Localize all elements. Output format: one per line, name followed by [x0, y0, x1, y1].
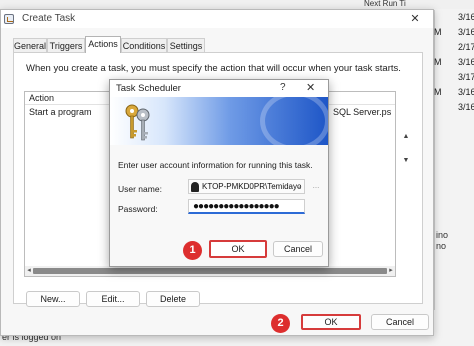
- next-run-column-header[interactable]: Next Run Ti: [364, 0, 406, 8]
- credentials-dialog-title: Task Scheduler: [116, 83, 181, 94]
- password-field[interactable]: ●●●●●●●●●●●●●●●●●: [188, 199, 305, 214]
- scroll-right-icon[interactable]: ▸: [387, 266, 395, 276]
- move-down-icon[interactable]: ▼: [400, 155, 412, 167]
- horizontal-scrollbar[interactable]: ◂ ▸: [25, 266, 395, 276]
- action-type: Start a program: [29, 107, 92, 117]
- banner-decoration: [260, 97, 328, 145]
- user-icon: [191, 182, 199, 192]
- credentials-titlebar[interactable]: Task Scheduler ? ✕: [110, 80, 328, 97]
- ok-button[interactable]: OK: [301, 314, 361, 330]
- cancel-button[interactable]: Cancel: [371, 314, 429, 330]
- edit-action-button[interactable]: Edit...: [86, 291, 140, 307]
- background-row[interactable]: M 3/16: [434, 85, 474, 100]
- background-row[interactable]: 3/16: [434, 10, 474, 25]
- background-row[interactable]: 3/17: [434, 70, 474, 85]
- action-column-header[interactable]: Action: [29, 93, 54, 103]
- tab-general[interactable]: General: [13, 38, 47, 52]
- help-icon[interactable]: ?: [280, 82, 286, 93]
- scroll-left-icon[interactable]: ◂: [25, 266, 33, 276]
- browse-user-button[interactable]: ...: [309, 179, 323, 194]
- create-task-titlebar[interactable]: Create Task ✕: [1, 10, 433, 28]
- move-up-icon[interactable]: ▲: [400, 131, 412, 143]
- credentials-dialog: Task Scheduler ? ✕ Enter user account in…: [109, 79, 329, 267]
- cancel-button[interactable]: Cancel: [273, 241, 323, 257]
- background-row[interactable]: 3/16: [434, 100, 474, 115]
- user-name-field[interactable]: KTOP-PMKD0PR\Temidayo ⌄: [188, 179, 305, 194]
- tab-settings[interactable]: Settings: [167, 38, 205, 52]
- step-1-marker: 1: [183, 241, 202, 260]
- user-name-value: KTOP-PMKD0PR\Temidayo: [202, 182, 302, 191]
- background-row[interactable]: M 3/16: [434, 25, 474, 40]
- ok-button[interactable]: OK: [209, 240, 267, 258]
- chevron-down-icon[interactable]: ⌄: [296, 182, 302, 190]
- background-side-text: ino no: [436, 230, 449, 251]
- step-2-marker: 2: [271, 314, 290, 333]
- actions-intro-text: When you create a task, you must specify…: [26, 63, 401, 74]
- scrollbar-thumb[interactable]: [33, 268, 387, 274]
- delete-action-button[interactable]: Delete: [146, 291, 200, 307]
- close-icon[interactable]: ✕: [397, 10, 433, 28]
- tab-triggers[interactable]: Triggers: [47, 38, 85, 52]
- task-scheduler-icon: [4, 14, 14, 24]
- credentials-description: Enter user account information for runni…: [118, 160, 313, 170]
- create-task-title: Create Task: [22, 13, 76, 24]
- background-row[interactable]: M 3/16: [434, 55, 474, 70]
- tab-conditions[interactable]: Conditions: [121, 38, 167, 52]
- password-value: ●●●●●●●●●●●●●●●●●: [193, 201, 280, 212]
- action-details: SQL Server.ps: [333, 107, 392, 117]
- new-action-button[interactable]: New...: [26, 291, 80, 307]
- tab-actions[interactable]: Actions: [85, 36, 121, 53]
- background-row[interactable]: 2/17: [434, 40, 474, 55]
- close-icon[interactable]: ✕: [306, 81, 315, 94]
- user-name-label: User name:: [118, 184, 162, 194]
- credentials-banner: [110, 97, 328, 145]
- keys-icon: [125, 104, 150, 141]
- background-next-run-column: 3/16 M 3/16 2/17 M 3/16 3/17 M 3/16 3/16: [434, 10, 474, 115]
- password-label: Password:: [118, 204, 158, 214]
